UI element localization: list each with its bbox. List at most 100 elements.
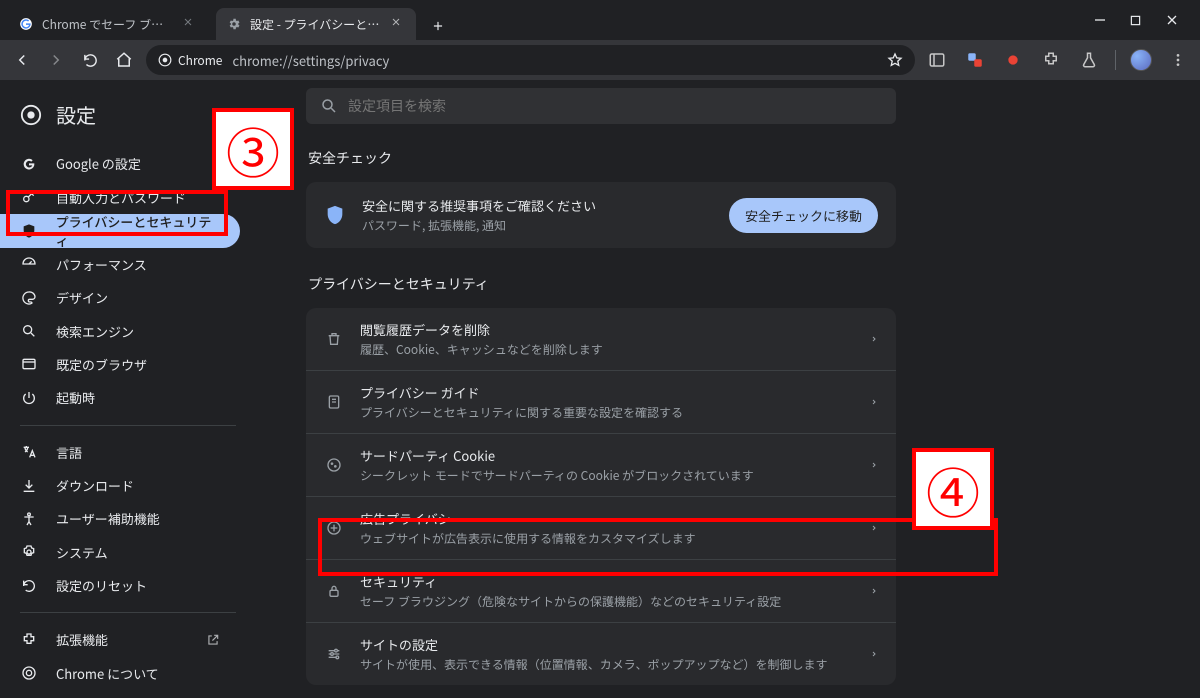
sidebar-item-autofill[interactable]: 自動入力とパスワード <box>0 180 240 213</box>
system-icon <box>20 543 38 561</box>
sidebar-item-performance[interactable]: パフォーマンス <box>0 248 240 281</box>
search-icon <box>20 322 38 340</box>
profile-avatar[interactable] <box>1130 49 1152 71</box>
row-security[interactable]: セキュリティセーフ ブラウジング（危険なサイトからの保護機能）などのセキュリティ… <box>306 559 896 622</box>
row-privacy-guide[interactable]: プライバシー ガイドプライバシーとセキュリティに関する重要な設定を確認する <box>306 370 896 433</box>
row-subtitle: 履歴、Cookie、キャッシュなどを削除します <box>360 341 603 358</box>
google-favicon-icon <box>18 16 34 32</box>
settings-search[interactable] <box>306 88 896 124</box>
cookie-icon <box>324 457 344 473</box>
sidebar-item-startup[interactable]: 起動時 <box>0 381 240 414</box>
safety-check-button[interactable]: 安全チェックに移動 <box>729 198 878 233</box>
sidebar-item-label: 起動時 <box>56 388 95 407</box>
minimize-button[interactable] <box>1094 14 1108 26</box>
row-ad-privacy[interactable]: 広告プライバシーウェブサイトが広告表示に使用する情報をカスタマイズします <box>306 496 896 559</box>
annotation-circle-4: ④ <box>912 448 994 530</box>
chrome-icon <box>20 664 38 682</box>
omnibox-chip-label: Chrome <box>178 52 222 69</box>
row-subtitle: シークレット モードでサードパーティの Cookie がブロックされています <box>360 467 754 484</box>
back-button[interactable] <box>10 48 34 72</box>
key-icon <box>20 188 38 206</box>
sidebar-item-reset[interactable]: 設定のリセット <box>0 569 240 602</box>
tab-title: Chrome でセーフ ブラウジングの保護 <box>42 16 174 33</box>
browser-tab-active[interactable]: 設定 - プライバシーとセキュリティ <box>216 8 416 40</box>
safety-check-card: 安全に関する推奨事項をご確認ください パスワード, 拡張機能, 通知 安全チェッ… <box>306 182 896 248</box>
row-site-settings[interactable]: サイトの設定サイトが使用、表示できる情報（位置情報、カメラ、ポップアップなど）を… <box>306 622 896 685</box>
record-icon[interactable] <box>1001 48 1025 72</box>
browser-icon <box>20 355 38 373</box>
tab-strip: Chrome でセーフ ブラウジングの保護 設定 - プライバシーとセキュリティ <box>0 0 1200 40</box>
sidebar-item-label: 設定のリセット <box>56 576 147 595</box>
sidebar-item-privacy[interactable]: プライバシーとセキュリティ <box>0 214 240 248</box>
guide-icon <box>324 394 344 410</box>
safety-check-subtitle: パスワード, 拡張機能, 通知 <box>362 217 596 234</box>
menu-button[interactable] <box>1166 48 1190 72</box>
settings-search-input[interactable] <box>348 98 882 114</box>
row-third-party-cookies[interactable]: サードパーティ Cookie シークレット モードでサードパーティの Cookie… <box>306 433 896 496</box>
gear-icon <box>226 16 242 32</box>
settings-title: 設定 <box>56 100 96 129</box>
power-icon <box>20 389 38 407</box>
new-tab-button[interactable] <box>424 12 452 40</box>
sidebar-item-label: ダウンロード <box>56 476 134 495</box>
bookmark-star-icon[interactable] <box>887 52 903 68</box>
sidebar-item-label: ユーザー補助機能 <box>56 509 160 528</box>
reading-list-icon[interactable] <box>925 48 949 72</box>
palette-icon <box>20 289 38 307</box>
close-icon[interactable] <box>390 16 406 32</box>
chrome-logo-icon <box>20 104 42 126</box>
sidebar-item-language[interactable]: 言語 <box>0 436 240 469</box>
sidebar-item-label: 既定のブラウザ <box>56 355 147 374</box>
close-icon[interactable] <box>182 16 198 32</box>
row-subtitle: ウェブサイトが広告表示に使用する情報をカスタマイズします <box>360 530 696 547</box>
forward-button[interactable] <box>44 48 68 72</box>
row-title: 閲覧履歴データを削除 <box>360 320 603 339</box>
chevron-right-icon <box>870 585 878 597</box>
sidebar-item-search[interactable]: 検索エンジン <box>0 314 240 347</box>
sidebar-item-about[interactable]: Chrome について <box>0 657 240 690</box>
shield-icon <box>324 204 346 226</box>
search-icon <box>320 97 338 115</box>
chevron-right-icon <box>870 522 878 534</box>
reset-icon <box>20 577 38 595</box>
maximize-button[interactable] <box>1130 15 1144 26</box>
row-title: サードパーティ Cookie <box>360 446 754 465</box>
sidebar-item-accessibility[interactable]: ユーザー補助機能 <box>0 502 240 535</box>
translate-icon[interactable] <box>963 48 987 72</box>
omnibox[interactable]: Chrome chrome://settings/privacy <box>146 45 915 75</box>
home-button[interactable] <box>112 48 136 72</box>
sidebar-item-label: 検索エンジン <box>56 322 134 341</box>
sidebar-item-label: プライバシーとセキュリティ <box>56 212 220 250</box>
language-icon <box>20 443 38 461</box>
row-clear-browsing-data[interactable]: 閲覧履歴データを削除履歴、Cookie、キャッシュなどを削除します <box>306 308 896 370</box>
sidebar-item-system[interactable]: システム <box>0 536 240 569</box>
row-subtitle: セーフ ブラウジング（危険なサイトからの保護機能）などのセキュリティ設定 <box>360 593 781 610</box>
close-window-button[interactable] <box>1166 14 1180 26</box>
sidebar-item-downloads[interactable]: ダウンロード <box>0 469 240 502</box>
window-controls <box>1094 0 1192 40</box>
extension-icon <box>20 631 38 649</box>
extensions-icon[interactable] <box>1039 48 1063 72</box>
omnibox-url: chrome://settings/privacy <box>232 51 389 70</box>
gauge-icon <box>20 255 38 273</box>
safety-check-title: 安全チェック <box>308 148 1176 168</box>
sidebar-item-google[interactable]: Google の設定 <box>0 147 240 180</box>
google-icon <box>20 155 38 173</box>
row-title: プライバシー ガイド <box>360 383 683 402</box>
labs-icon[interactable] <box>1077 48 1101 72</box>
browser-tab[interactable]: Chrome でセーフ ブラウジングの保護 <box>8 8 208 40</box>
annotation-label: ④ <box>926 450 980 529</box>
sidebar-item-default-browser[interactable]: 既定のブラウザ <box>0 348 240 381</box>
sidebar-item-extensions[interactable]: 拡張機能 <box>0 623 240 656</box>
sidebar-item-appearance[interactable]: デザイン <box>0 281 240 314</box>
sidebar-item-label: Google の設定 <box>56 154 141 173</box>
privacy-section-title: プライバシーとセキュリティ <box>308 274 1176 294</box>
sidebar-item-label: 言語 <box>56 443 82 462</box>
chevron-right-icon <box>870 333 878 345</box>
reload-button[interactable] <box>78 48 102 72</box>
sidebar-divider <box>20 425 236 426</box>
accessibility-icon <box>20 510 38 528</box>
settings-content: 安全チェック 安全に関する推奨事項をご確認ください パスワード, 拡張機能, 通… <box>256 80 1200 698</box>
privacy-list: 閲覧履歴データを削除履歴、Cookie、キャッシュなどを削除します プライバシー… <box>306 308 896 685</box>
chevron-right-icon <box>870 396 878 408</box>
